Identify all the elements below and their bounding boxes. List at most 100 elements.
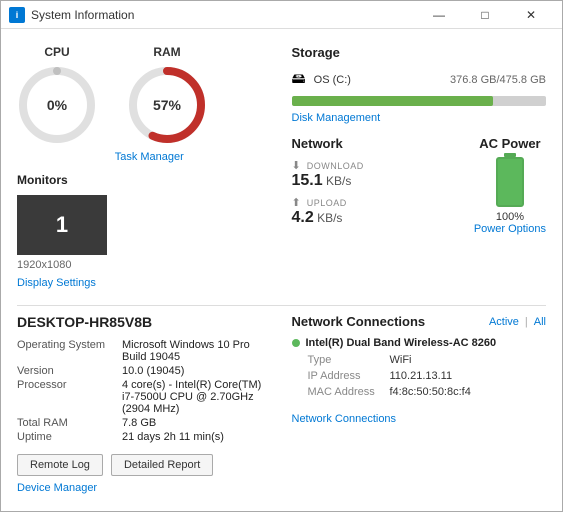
power-options-link[interactable]: Power Options — [474, 223, 546, 235]
net-connections-title: Network Connections — [292, 314, 483, 329]
cpu-gauge-container: CPU 0% — [17, 45, 97, 145]
remote-log-button[interactable]: Remote Log — [17, 454, 103, 476]
download-unit: KB/s — [326, 174, 351, 188]
info-table: Operating SystemMicrosoft Windows 10 Pro… — [17, 338, 272, 444]
cpu-value: 0% — [47, 97, 67, 113]
monitor-box: 1 — [17, 195, 107, 255]
monitor-resolution: 1920x1080 — [17, 259, 272, 271]
storage-size: 376.8 GB/475.8 GB — [450, 74, 546, 86]
monitors-title: Monitors — [17, 173, 272, 187]
cpu-gauge: 0% — [17, 65, 97, 145]
ram-label: RAM — [153, 45, 180, 59]
storage-icon: 🖴 — [292, 68, 306, 92]
ram-value: 57% — [153, 97, 181, 113]
type-label: Type — [308, 353, 388, 367]
type-value: WiFi — [390, 353, 471, 367]
info-key: Processor — [17, 378, 122, 416]
connection-details-table: Type WiFi IP Address 110.21.13.11 MAC Ad… — [306, 351, 473, 401]
app-icon: i — [9, 7, 25, 23]
connection-type-row: Type WiFi — [308, 353, 471, 367]
download-stat: ⬇ DOWNLOAD 15.1 KB/s — [292, 159, 454, 190]
ip-value: 110.21.13.11 — [390, 369, 471, 383]
filter-active[interactable]: Active — [489, 316, 519, 328]
connection-name: Intel(R) Dual Band Wireless-AC 8260 — [306, 337, 497, 349]
main-window: i System Information — □ ✕ CPU — [0, 0, 563, 512]
info-row: Version10.0 (19045) — [17, 364, 272, 378]
monitor-count: 1 — [56, 212, 68, 238]
net-connections-header: Network Connections Active | All — [292, 314, 547, 329]
network-section: Network ⬇ DOWNLOAD 15.1 KB/s ⬆ — [292, 136, 454, 235]
upload-unit: KB/s — [317, 211, 342, 225]
storage-bar-fill — [292, 96, 493, 106]
titlebar-controls: — □ ✕ — [416, 1, 554, 29]
info-key: Version — [17, 364, 122, 378]
filter-sep: | — [525, 316, 528, 328]
info-val: 7.8 GB — [122, 416, 272, 430]
connection-item: Intel(R) Dual Band Wireless-AC 8260 Type… — [292, 337, 547, 401]
system-info-title: DESKTOP-HR85V8B — [17, 314, 272, 330]
top-section: CPU 0% RAM — [17, 45, 546, 289]
upload-icon: ⬆ — [292, 196, 301, 209]
section-divider — [17, 305, 546, 306]
network-connections-link[interactable]: Network Connections — [292, 413, 397, 425]
display-settings-link[interactable]: Display Settings — [17, 277, 96, 289]
maximize-button[interactable]: □ — [462, 1, 508, 29]
info-key: Total RAM — [17, 416, 122, 430]
monitors-section: Monitors 1 1920x1080 Display Settings — [17, 173, 272, 289]
info-val: Microsoft Windows 10 Pro Build 19045 — [122, 338, 272, 364]
battery-icon — [496, 157, 524, 207]
system-info-panel: DESKTOP-HR85V8B Operating SystemMicrosof… — [17, 314, 272, 494]
task-manager-link[interactable]: Task Manager — [115, 151, 184, 163]
download-label: DOWNLOAD — [307, 161, 364, 171]
ac-power-title: AC Power — [479, 136, 540, 151]
disk-management-link[interactable]: Disk Management — [292, 112, 381, 124]
mac-value: f4:8c:50:50:8c:f4 — [390, 385, 471, 399]
minimize-button[interactable]: — — [416, 1, 462, 29]
main-content: CPU 0% RAM — [1, 29, 562, 511]
titlebar: i System Information — □ ✕ — [1, 1, 562, 29]
ip-label: IP Address — [308, 369, 388, 383]
info-row: Total RAM7.8 GB — [17, 416, 272, 430]
info-val: 10.0 (19045) — [122, 364, 272, 378]
network-title: Network — [292, 136, 454, 151]
window-title: System Information — [31, 8, 416, 22]
info-row: Uptime21 days 2h 11 min(s) — [17, 430, 272, 444]
download-icon: ⬇ — [292, 159, 301, 172]
download-value: 15.1 — [292, 172, 323, 189]
upload-value: 4.2 — [292, 209, 314, 226]
ram-gauge: 57% — [127, 65, 207, 145]
device-manager-link[interactable]: Device Manager — [17, 482, 97, 494]
storage-title: Storage — [292, 45, 547, 60]
info-row: Processor4 core(s) - Intel(R) Core(TM) i… — [17, 378, 272, 416]
cpu-ram-row: CPU 0% RAM — [17, 45, 272, 145]
left-panel: CPU 0% RAM — [17, 45, 272, 289]
upload-label: UPLOAD — [307, 198, 347, 208]
storage-section: Storage 🖴 OS (C:) 376.8 GB/475.8 GB Disk… — [292, 45, 547, 124]
bottom-section: DESKTOP-HR85V8B Operating SystemMicrosof… — [17, 314, 546, 494]
right-panel: Storage 🖴 OS (C:) 376.8 GB/475.8 GB Disk… — [272, 45, 547, 289]
connection-mac-row: MAC Address f4:8c:50:50:8c:f4 — [308, 385, 471, 399]
connection-name-row: Intel(R) Dual Band Wireless-AC 8260 — [292, 337, 547, 349]
ram-gauge-container: RAM 57% — [127, 45, 207, 145]
storage-label: OS (C:) — [314, 74, 442, 86]
network-connections-panel: Network Connections Active | All Intel(R… — [292, 314, 547, 494]
cpu-label: CPU — [44, 45, 69, 59]
info-val: 21 days 2h 11 min(s) — [122, 430, 272, 444]
info-row: Operating SystemMicrosoft Windows 10 Pro… — [17, 338, 272, 364]
storage-row: 🖴 OS (C:) 376.8 GB/475.8 GB — [292, 68, 547, 92]
button-row: Remote Log Detailed Report — [17, 454, 272, 476]
info-val: 4 core(s) - Intel(R) Core(TM) i7-7500U C… — [122, 378, 272, 416]
detailed-report-button[interactable]: Detailed Report — [111, 454, 213, 476]
info-key: Operating System — [17, 338, 122, 364]
upload-stat: ⬆ UPLOAD 4.2 KB/s — [292, 196, 454, 227]
close-button[interactable]: ✕ — [508, 1, 554, 29]
filter-all[interactable]: All — [534, 316, 546, 328]
connection-ip-row: IP Address 110.21.13.11 — [308, 369, 471, 383]
network-ac-row: Network ⬇ DOWNLOAD 15.1 KB/s ⬆ — [292, 136, 547, 235]
connection-status-dot — [292, 339, 300, 347]
storage-bar-container — [292, 96, 547, 106]
mac-label: MAC Address — [308, 385, 388, 399]
ac-section: AC Power 100% Power Options — [474, 136, 546, 235]
battery-percent: 100% — [496, 211, 524, 223]
info-key: Uptime — [17, 430, 122, 444]
